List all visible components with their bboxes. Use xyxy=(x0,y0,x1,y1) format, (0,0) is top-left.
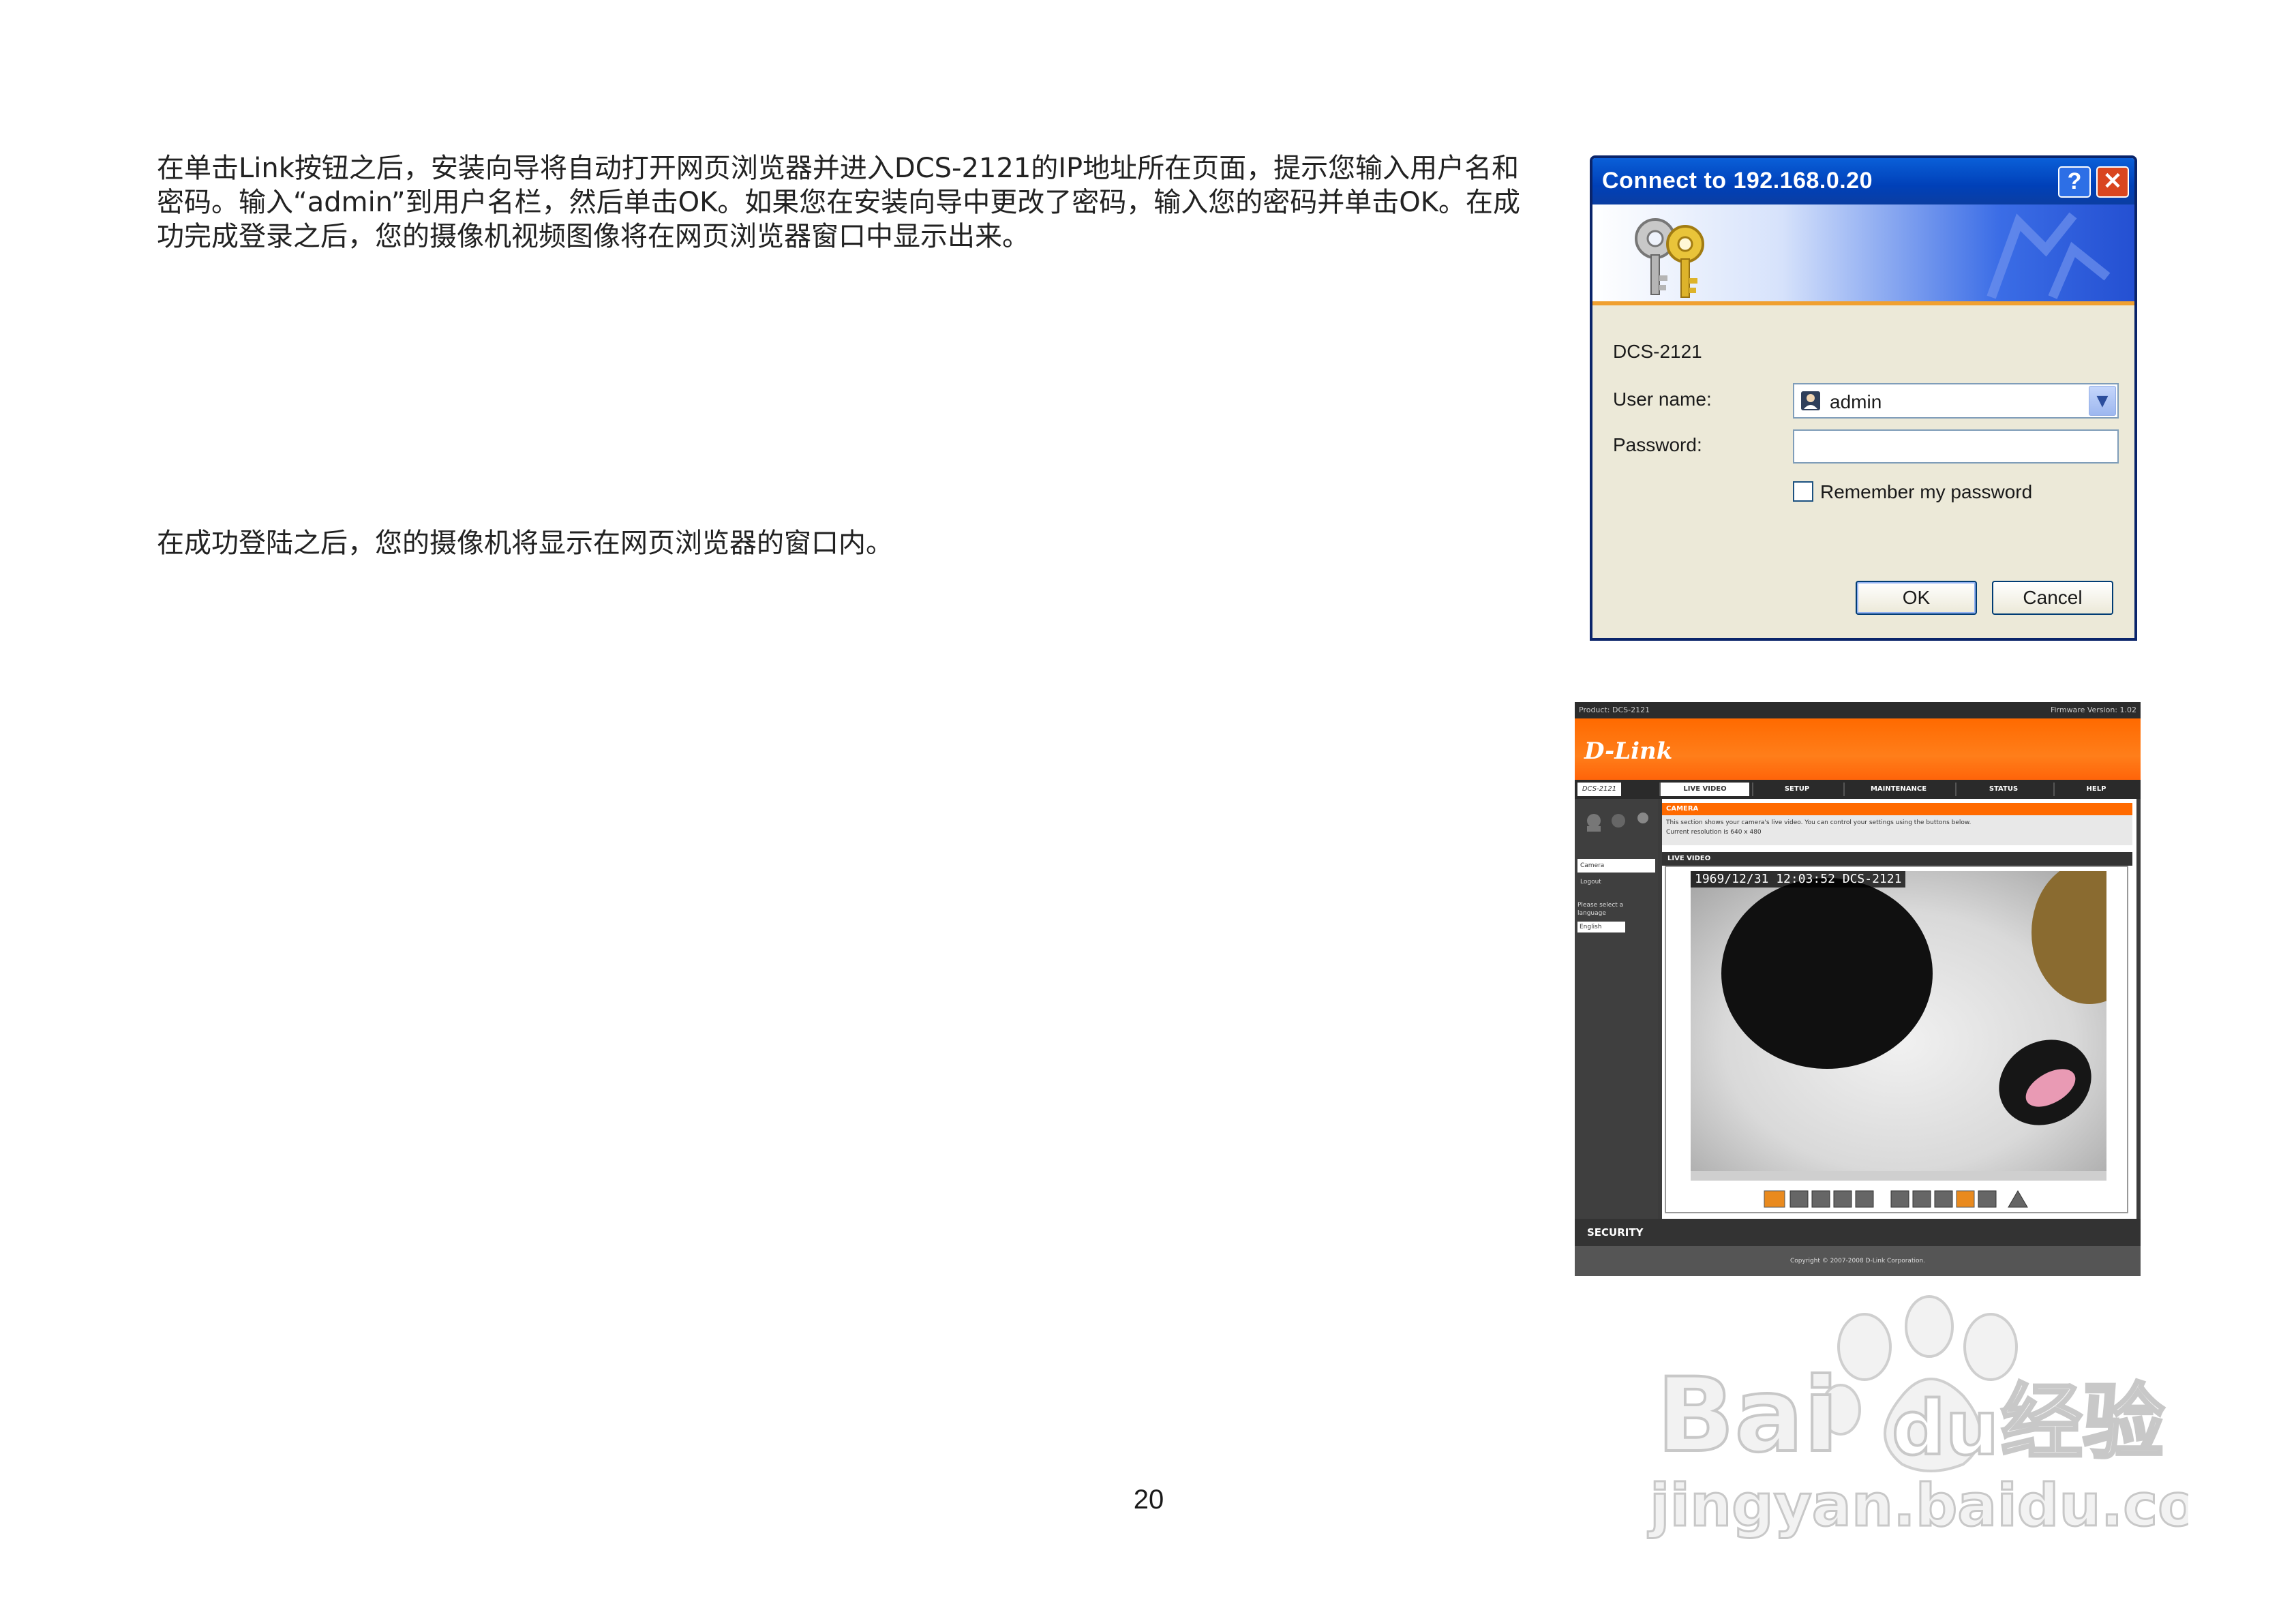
intro-line-1: 在单击Link按钮之后，安装向导将自动打开网页浏览器并进入DCS-2121的IP… xyxy=(157,153,1520,184)
watermark-brand: Bai xyxy=(1657,1356,1839,1475)
login-success-paragraph: 在成功登陆之后，您的摄像机将显示在网页浏览器的窗口内。 xyxy=(157,528,893,559)
server-name: DCS-2121 xyxy=(1613,341,1702,362)
username-label: User name: xyxy=(1613,389,1712,410)
remember-password-checkbox[interactable] xyxy=(1793,481,1813,502)
dialog-title: Connect to 192.168.0.20 xyxy=(1602,168,1873,194)
video-frame-image xyxy=(1691,871,2106,1181)
camera-icons xyxy=(1587,813,1648,832)
tab-status[interactable]: STATUS xyxy=(1955,783,2051,796)
camera-description: This section shows your camera's live vi… xyxy=(1662,815,2132,845)
live-video-box: 1969/12/31 12:03:52 DCS-2121 xyxy=(1665,866,2128,1213)
video-osd: 1969/12/31 12:03:52 DCS-2121 xyxy=(1691,871,1906,888)
dialog-banner xyxy=(1592,204,2134,305)
username-combobox[interactable]: admin ▼ xyxy=(1793,383,2119,419)
password-label: Password: xyxy=(1613,434,1702,455)
dlink-sidebar: Camera Logout Please select a language E… xyxy=(1575,799,1658,1219)
close-button[interactable]: ✕ xyxy=(2096,166,2129,198)
copyright-footer: Copyright © 2007-2008 D-Link Corporation… xyxy=(1575,1246,2141,1276)
login-dialog: Connect to 192.168.0.20 ? ✕ DCS-2121 Use… xyxy=(1590,155,2137,641)
watermark-cn: 经验 xyxy=(2001,1376,2164,1470)
banner-decoration xyxy=(1987,212,2111,299)
camera-description-line-1: This section shows your camera's live vi… xyxy=(1666,819,1972,826)
sidebar-item-camera[interactable]: Camera xyxy=(1577,859,1655,873)
language-prompt: Please select a language xyxy=(1577,902,1624,917)
language-select[interactable]: English xyxy=(1577,922,1625,932)
dialog-titlebar: Connect to 192.168.0.20 ? ✕ xyxy=(1592,158,2134,204)
help-button[interactable]: ? xyxy=(2058,166,2091,198)
password-input[interactable] xyxy=(1793,429,2119,464)
intro-line-3: 功完成登录之后，您的摄像机视频图像将在网页浏览器窗口中显示出来。 xyxy=(157,221,1029,252)
intro-line-2: 密码。输入“admin”到用户名栏，然后单击OK。如果您在安装向导中更改了密码，… xyxy=(157,187,1521,218)
camera-heading: CAMERA xyxy=(1662,803,2132,815)
keys-icon xyxy=(1635,218,1704,298)
dlink-main: CAMERA This section shows your camera's … xyxy=(1662,799,2136,1219)
firmware-label: Firmware Version: 1.02 xyxy=(2050,706,2136,714)
sidebar-item-logout[interactable]: Logout xyxy=(1577,875,1655,889)
dlink-logo: D-Link xyxy=(1584,738,1673,765)
tab-setup[interactable]: SETUP xyxy=(1752,783,1841,796)
tab-help[interactable]: HELP xyxy=(2053,783,2138,796)
watermark-brand-du: du xyxy=(1892,1384,1999,1472)
model-badge: DCS-2121 xyxy=(1577,783,1621,796)
username-value: admin xyxy=(1830,391,1882,412)
chevron-down-icon[interactable]: ▼ xyxy=(2089,386,2116,416)
live-video-heading: LIVE VIDEO xyxy=(1662,852,2132,866)
dlink-web-ui: Product: DCS-2121 Firmware Version: 1.02… xyxy=(1575,702,2141,1276)
cancel-button[interactable]: Cancel xyxy=(1992,581,2113,615)
dlink-topbar: Product: DCS-2121 Firmware Version: 1.02 xyxy=(1575,702,2141,718)
ok-button[interactable]: OK xyxy=(1856,581,1977,615)
product-label: Product: DCS-2121 xyxy=(1579,706,1650,714)
security-bar: SECURITY xyxy=(1575,1219,2141,1246)
dlink-nav: DCS-2121 LIVE VIDEO SETUP MAINTENANCE ST… xyxy=(1575,780,2141,799)
tab-live-video[interactable]: LIVE VIDEO xyxy=(1659,783,1749,796)
baidu-watermark: Bai du 经验 jingyan.baidu.com xyxy=(1647,1295,2188,1541)
tab-maintenance[interactable]: MAINTENANCE xyxy=(1843,783,1952,796)
live-video-feed: 1969/12/31 12:03:52 DCS-2121 xyxy=(1691,871,2106,1181)
page-number: 20 xyxy=(1133,1485,1164,1515)
watermark-url: jingyan.baidu.com xyxy=(1648,1472,2188,1540)
video-control-toolbar[interactable] xyxy=(1762,1189,2048,1209)
user-icon xyxy=(1801,391,1820,410)
camera-description-line-2: Current resolution is 640 x 480 xyxy=(1666,829,1762,836)
remember-password-label[interactable]: Remember my password xyxy=(1820,481,2032,503)
intro-paragraph: 在单击Link按钮之后，安装向导将自动打开网页浏览器并进入DCS-2121的IP… xyxy=(157,151,1534,254)
